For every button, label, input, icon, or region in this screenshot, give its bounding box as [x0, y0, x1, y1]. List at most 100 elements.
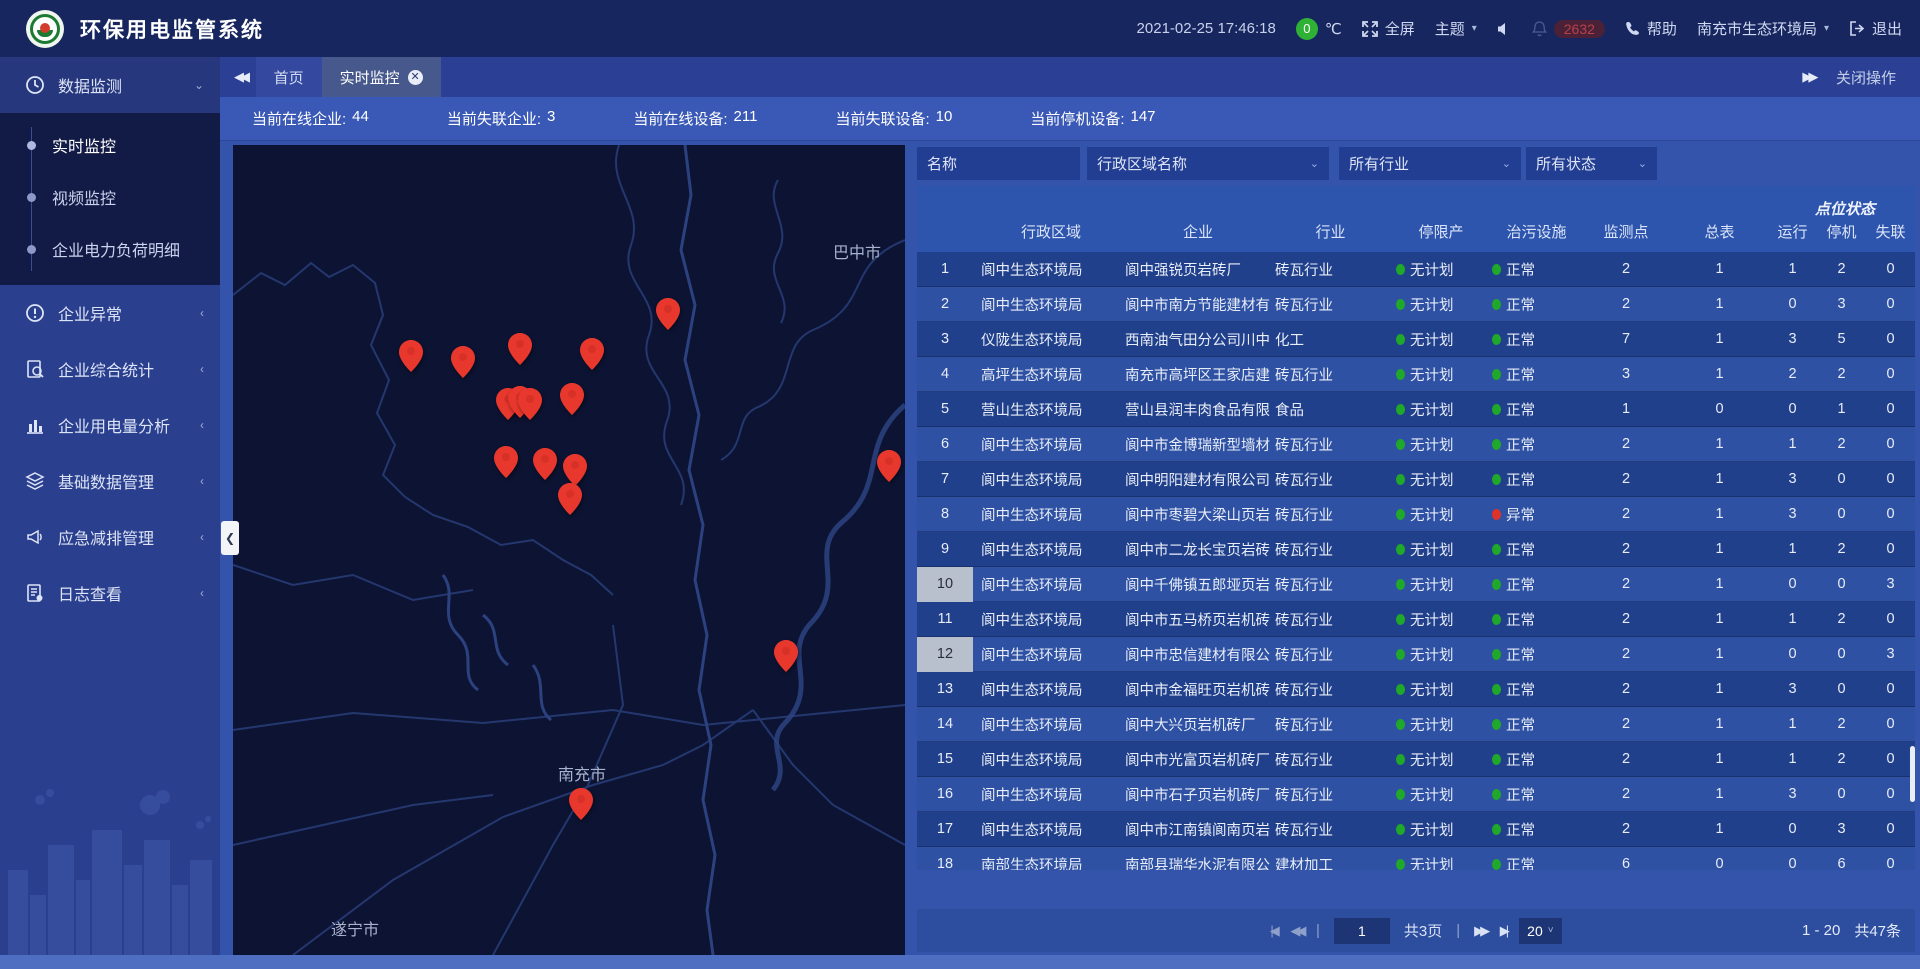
fullscreen-button[interactable]: 全屏 — [1362, 18, 1415, 39]
table-row-14[interactable]: 14阆中生态环境局阆中大兴页岩机砖厂砖瓦行业无计划正常21120 — [917, 707, 1915, 742]
sidebar-subitem-实时监控[interactable]: 实时监控 — [0, 119, 220, 171]
cell-running: 1 — [1768, 611, 1817, 627]
sidebar-item-企业综合统计[interactable]: 企业综合统计‹ — [0, 341, 220, 397]
cell-facility-status: 正常 — [1486, 609, 1581, 630]
table-row-9[interactable]: 9阆中生态环境局阆中市二龙长宝页岩砖砖瓦行业无计划正常21120 — [917, 532, 1915, 567]
table-row-16[interactable]: 16阆中生态环境局阆中市石子页岩机砖厂砖瓦行业无计划正常21300 — [917, 777, 1915, 812]
col-facility: 治污设施 — [1486, 221, 1581, 242]
cell-offline: 3 — [1866, 576, 1915, 592]
notifications-button[interactable]: 2632 — [1532, 20, 1605, 38]
tab-bar-right: ▶▶ 关闭操作 — [1802, 57, 1920, 97]
cell-company: 阆中市光富页岩机砖厂 — [1121, 749, 1271, 770]
table-row-17[interactable]: 17阆中生态环境局阆中市江南镇阆南页岩砖瓦行业无计划正常21030 — [917, 812, 1915, 847]
table-row-12[interactable]: 12阆中生态环境局阆中市忠信建材有限公砖瓦行业无计划正常21003 — [917, 637, 1915, 672]
status-dot — [1396, 614, 1405, 625]
tab-close-icon[interactable]: ✕ — [408, 70, 423, 85]
tab-scroll-right-button[interactable]: ▶▶ — [1802, 69, 1814, 85]
table-row-5[interactable]: 5营山生态环境局营山县润丰肉食品有限食品无计划正常10010 — [917, 392, 1915, 427]
map-pin-11[interactable] — [563, 454, 587, 486]
clock-icon — [24, 75, 46, 95]
page-number-input[interactable]: 1 — [1334, 918, 1390, 944]
help-button[interactable]: 帮助 — [1625, 18, 1677, 39]
first-page-button[interactable]: |◀ — [1270, 923, 1276, 939]
map-pin-4[interactable] — [656, 298, 680, 330]
cell-region: 阆中生态环境局 — [973, 259, 1121, 280]
logout-icon — [1849, 21, 1865, 36]
table-row-15[interactable]: 15阆中生态环境局阆中市光富页岩机砖厂砖瓦行业无计划正常21120 — [917, 742, 1915, 777]
organization-dropdown[interactable]: 南充市生态环境局 ▾ — [1697, 18, 1829, 39]
tab-scroll-left-button[interactable]: ◀◀ — [220, 57, 256, 97]
region-select[interactable]: 行政区域名称 ⌄ — [1087, 147, 1329, 180]
map-pin-3[interactable] — [580, 338, 604, 370]
table-row-13[interactable]: 13阆中生态环境局阆中市金福旺页岩机砖砖瓦行业无计划正常21300 — [917, 672, 1915, 707]
sidebar-item-应急减排管理[interactable]: 应急减排管理‹ — [0, 509, 220, 565]
table-row-6[interactable]: 6阆中生态环境局阆中市金博瑞新型墙材砖瓦行业无计划正常21120 — [917, 427, 1915, 462]
sidebar-item-企业异常[interactable]: 企业异常‹ — [0, 285, 220, 341]
tab-home[interactable]: 首页 — [256, 57, 322, 97]
sidebar-item-企业用电量分析[interactable]: 企业用电量分析‹ — [0, 397, 220, 453]
map-pin-15[interactable] — [569, 788, 593, 820]
mute-button[interactable] — [1497, 22, 1512, 36]
sidebar-collapse-handle[interactable]: ❮ — [221, 521, 239, 555]
total-label: 共47条 — [1854, 920, 1901, 941]
map-pin-9[interactable] — [494, 446, 518, 478]
map-pin-8[interactable] — [560, 383, 584, 415]
table-row-11[interactable]: 11阆中生态环境局阆中市五马桥页岩机砖砖瓦行业无计划正常21120 — [917, 602, 1915, 637]
cell-facility-status: 正常 — [1486, 819, 1581, 840]
table-row-18[interactable]: 18南部生态环境局南部县瑞华水泥有限公建材加工无计划正常60060 — [917, 847, 1915, 870]
cell-meters: 1 — [1671, 331, 1768, 347]
tab-realtime-monitor[interactable]: 实时监控 ✕ — [322, 57, 441, 97]
table-row-4[interactable]: 4高坪生态环境局南充市高坪区王家店建砖瓦行业无计划正常31220 — [917, 357, 1915, 392]
table-scrollbar[interactable] — [1910, 746, 1915, 802]
prev-page-button[interactable]: ◀◀ — [1290, 923, 1302, 939]
row-index: 17 — [917, 821, 973, 837]
map-pin-7[interactable] — [518, 388, 542, 420]
map-pin-1[interactable] — [451, 346, 475, 378]
cell-company: 阆中市石子页岩机砖厂 — [1121, 784, 1271, 805]
cell-running: 0 — [1768, 296, 1817, 312]
map-pin-2[interactable] — [508, 333, 532, 365]
last-page-button[interactable]: ▶| — [1500, 923, 1505, 939]
table-row-8[interactable]: 8阆中生态环境局阆中市枣碧大梁山页岩砖瓦行业无计划异常21300 — [917, 497, 1915, 532]
cell-industry: 砖瓦行业 — [1271, 294, 1386, 315]
close-operations-button[interactable]: 关闭操作 — [1836, 67, 1896, 88]
sidebar-item-日志查看[interactable]: 日志查看‹ — [0, 565, 220, 621]
table-row-2[interactable]: 2阆中生态环境局阆中市南方节能建材有砖瓦行业无计划正常21030 — [917, 287, 1915, 322]
industry-select[interactable]: 所有行业 ⌄ — [1339, 147, 1521, 180]
map-pin-10[interactable] — [533, 448, 557, 480]
notification-count-badge: 2632 — [1554, 20, 1605, 38]
page-size-select[interactable]: 20 ˅ — [1519, 918, 1561, 944]
map-pin-12[interactable] — [558, 483, 582, 515]
map-panel[interactable]: 巴中市南充市遂宁市 — [233, 145, 905, 955]
cell-running: 1 — [1768, 751, 1817, 767]
name-search-input[interactable]: 名称 — [917, 147, 1080, 180]
table-row-3[interactable]: 3仪陇生态环境局西南油气田分公司川中化工无计划正常71350 — [917, 322, 1915, 357]
cell-company: 西南油气田分公司川中 — [1121, 329, 1271, 350]
status-dot — [1396, 859, 1405, 870]
table-row-10[interactable]: 10阆中生态环境局阆中千佛镇五郎垭页岩砖瓦行业无计划正常21003 — [917, 567, 1915, 602]
cell-running: 3 — [1768, 471, 1817, 487]
status-select[interactable]: 所有状态 ⌄ — [1526, 147, 1657, 180]
map-pin-13[interactable] — [877, 450, 901, 482]
cell-industry: 砖瓦行业 — [1271, 259, 1386, 280]
cell-meters: 1 — [1671, 576, 1768, 592]
chevron-left-icon: ‹ — [200, 418, 204, 432]
sidebar-subitem-视频监控[interactable]: 视频监控 — [0, 171, 220, 223]
table-row-1[interactable]: 1阆中生态环境局阆中强锐页岩砖厂砖瓦行业无计划正常21120 — [917, 252, 1915, 287]
cell-limit-status: 无计划 — [1386, 679, 1486, 700]
speaker-icon — [1497, 22, 1512, 36]
sidebar-item-基础数据管理[interactable]: 基础数据管理‹ — [0, 453, 220, 509]
status-dot — [1396, 649, 1405, 660]
cell-stopped: 2 — [1817, 611, 1866, 627]
theme-dropdown[interactable]: 主题 ▾ — [1435, 18, 1477, 39]
exit-button[interactable]: 退出 — [1849, 18, 1902, 39]
map-pin-0[interactable] — [399, 340, 423, 372]
sidebar-subitem-企业电力负荷明细[interactable]: 企业电力负荷明细 — [0, 223, 220, 275]
map-pin-14[interactable] — [774, 640, 798, 672]
bottom-strip — [0, 955, 1920, 969]
next-page-button[interactable]: ▶▶ — [1474, 923, 1486, 939]
cell-offline: 0 — [1866, 296, 1915, 312]
cell-stopped: 2 — [1817, 436, 1866, 452]
sidebar-item-数据监测[interactable]: 数据监测⌄ — [0, 57, 220, 113]
table-row-7[interactable]: 7阆中生态环境局阆中明阳建材有限公司砖瓦行业无计划正常21300 — [917, 462, 1915, 497]
